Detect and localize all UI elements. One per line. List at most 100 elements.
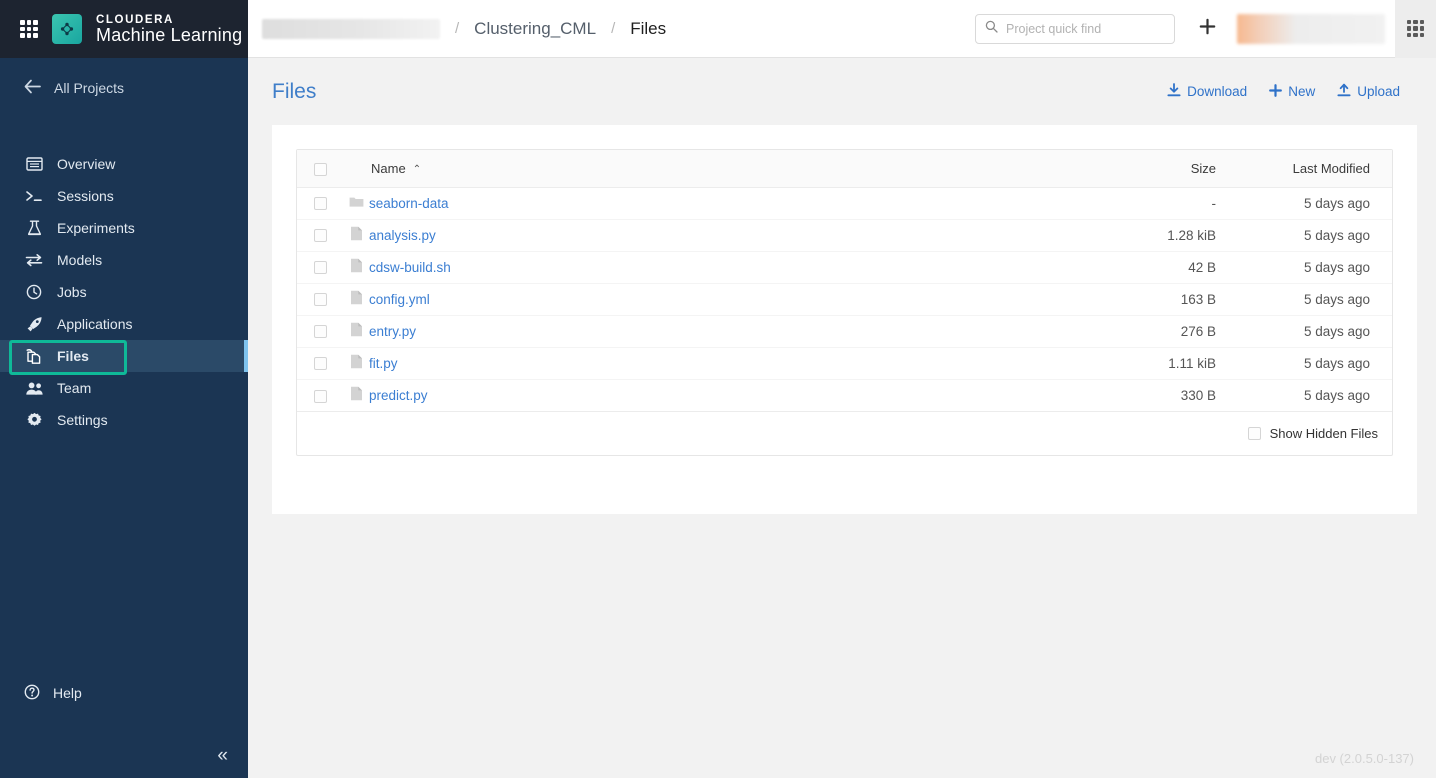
file-icon: [350, 322, 363, 340]
row-modified-cell: 5 days ago: [1242, 219, 1392, 252]
size-header[interactable]: Size: [1072, 150, 1242, 188]
row-icon-cell: [343, 315, 369, 348]
table-row[interactable]: cdsw-build.sh 42 B 5 days ago: [297, 251, 1392, 284]
file-link[interactable]: config.yml: [369, 292, 430, 307]
show-hidden-files-checkbox[interactable]: [1247, 427, 1261, 440]
people-icon: [24, 378, 44, 398]
select-all-header: [297, 150, 343, 188]
file-icon: [350, 354, 363, 372]
select-all-checkbox[interactable]: [313, 162, 327, 176]
sidebar-item-label: Applications: [57, 316, 133, 332]
clock-icon: [24, 282, 44, 302]
sidebar-item-models[interactable]: Models: [0, 244, 248, 276]
project-quick-find[interactable]: [975, 13, 1175, 44]
row-modified-cell: 5 days ago: [1242, 283, 1392, 316]
plus-icon: [1269, 83, 1283, 100]
sidebar-item-team[interactable]: Team: [0, 372, 248, 404]
row-name-cell: fit.py: [369, 347, 1072, 380]
breadcrumb-separator: /: [611, 20, 616, 37]
row-icon-cell: [343, 219, 369, 252]
sidebar-item-files[interactable]: Files: [0, 340, 248, 372]
search-input[interactable]: [1006, 21, 1165, 36]
sidebar-item-help[interactable]: Help: [0, 676, 248, 710]
table-row[interactable]: entry.py 276 B 5 days ago: [297, 315, 1392, 348]
files-icon: [24, 346, 44, 366]
user-menu[interactable]: [1237, 13, 1385, 44]
file-link[interactable]: analysis.py: [369, 228, 436, 243]
files-table-head: Name ⌃ Size Last Modified: [297, 150, 1392, 188]
file-icon: [350, 290, 363, 308]
row-checkbox[interactable]: [313, 357, 327, 371]
name-header[interactable]: Name ⌃: [369, 150, 1072, 188]
file-link[interactable]: seaborn-data: [369, 196, 449, 211]
question-circle-icon: [24, 684, 40, 703]
row-select-cell: [297, 219, 343, 252]
files-table: Name ⌃ Size Last Modified seaborn-data -…: [297, 150, 1392, 411]
table-row[interactable]: analysis.py 1.28 kiB 5 days ago: [297, 219, 1392, 252]
file-link[interactable]: predict.py: [369, 388, 428, 403]
add-button[interactable]: [1189, 11, 1225, 47]
modified-header[interactable]: Last Modified: [1242, 150, 1392, 188]
all-projects-link[interactable]: All Projects: [0, 66, 248, 110]
row-checkbox[interactable]: [313, 197, 327, 211]
terminal-icon: [24, 186, 44, 206]
row-select-cell: [297, 251, 343, 284]
topbar: / Clustering_CML / Files: [248, 0, 1436, 58]
file-icon: [350, 258, 363, 276]
download-button[interactable]: Download: [1167, 83, 1247, 100]
upload-label: Upload: [1357, 84, 1400, 99]
row-name-cell: config.yml: [369, 283, 1072, 316]
sidebar-item-settings[interactable]: Settings: [0, 404, 248, 436]
page-title: Files: [272, 79, 317, 103]
table-row[interactable]: seaborn-data - 5 days ago: [297, 187, 1392, 220]
breadcrumb-item-project[interactable]: Clustering_CML: [474, 19, 596, 39]
row-size-cell: 1.28 kiB: [1072, 219, 1242, 252]
files-table-body: seaborn-data - 5 days ago analysis.py 1.…: [297, 187, 1392, 411]
files-table-container: Name ⌃ Size Last Modified seaborn-data -…: [296, 149, 1393, 456]
table-row[interactable]: config.yml 163 B 5 days ago: [297, 283, 1392, 316]
row-modified-cell: 5 days ago: [1242, 251, 1392, 284]
row-modified-cell: 5 days ago: [1303, 387, 1370, 403]
sidebar-item-overview[interactable]: Overview: [0, 148, 248, 180]
row-size-cell: -: [1072, 187, 1242, 220]
apps-grid-icon[interactable]: [20, 20, 38, 38]
upload-button[interactable]: Upload: [1337, 83, 1400, 100]
arrows-swap-icon: [24, 250, 44, 270]
row-select-cell: [297, 187, 343, 220]
icon-header: [343, 150, 369, 188]
breadcrumb-item-redacted[interactable]: [262, 18, 440, 39]
table-row[interactable]: predict.py 330 B 5 days ago: [297, 379, 1392, 411]
row-size-cell: 276 B: [1072, 315, 1242, 348]
file-link[interactable]: fit.py: [369, 356, 398, 371]
new-button[interactable]: New: [1269, 83, 1315, 100]
sidebar-item-jobs[interactable]: Jobs: [0, 276, 248, 308]
sidebar-item-sessions[interactable]: Sessions: [0, 180, 248, 212]
row-size-cell: 330 B: [1180, 387, 1216, 403]
sidebar-brand-header: CLOUDERA Machine Learning: [0, 0, 248, 58]
table-row[interactable]: fit.py 1.11 kiB 5 days ago: [297, 347, 1392, 380]
file-icon: [350, 226, 363, 244]
row-checkbox[interactable]: [313, 325, 327, 339]
chevron-double-left-icon[interactable]: «: [217, 746, 228, 765]
row-checkbox[interactable]: [313, 261, 327, 275]
file-link[interactable]: entry.py: [369, 324, 416, 339]
row-size-cell: 42 B: [1072, 251, 1242, 284]
row-name-cell: analysis.py: [369, 219, 1072, 252]
table-header-row: Name ⌃ Size Last Modified: [297, 150, 1392, 188]
file-link[interactable]: cdsw-build.sh: [369, 260, 451, 275]
page-header: Files Download New Upload: [248, 58, 1436, 125]
row-modified-cell: 5 days ago: [1242, 187, 1392, 220]
modified-header-label: Last Modified: [1292, 160, 1370, 176]
sidebar-item-label: Team: [57, 380, 92, 396]
sidebar-item-experiments[interactable]: Experiments: [0, 212, 248, 244]
row-checkbox[interactable]: [313, 389, 327, 403]
row-modified-cell: 5 days ago: [1242, 347, 1392, 380]
sidebar-item-applications[interactable]: Applications: [0, 308, 248, 340]
apps-grid-button[interactable]: [1395, 0, 1436, 58]
row-checkbox[interactable]: [313, 229, 327, 243]
sidebar-item-label: Settings: [57, 412, 108, 428]
row-checkbox[interactable]: [313, 293, 327, 307]
sidebar-collapse-row: «: [0, 732, 248, 778]
row-select-cell: [297, 379, 343, 411]
content-area: Name ⌃ Size Last Modified seaborn-data -…: [248, 125, 1436, 778]
